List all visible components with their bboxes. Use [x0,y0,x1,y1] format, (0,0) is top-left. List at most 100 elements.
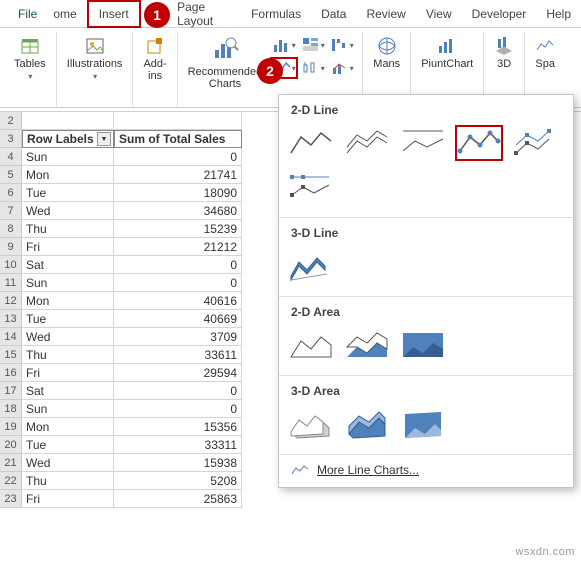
cell[interactable]: Thu [22,472,114,490]
cell[interactable]: Wed [22,454,114,472]
row-header[interactable]: 6 [0,184,21,202]
cell[interactable]: Mon [22,292,114,310]
3d-percent-stacked-area-option[interactable] [399,406,447,442]
row-header[interactable]: 23 [0,490,21,508]
line-chart-option[interactable] [287,125,335,161]
cell[interactable]: Thu [22,346,114,364]
3d-area-option[interactable] [287,406,335,442]
cell[interactable]: 21212 [114,238,242,256]
cell[interactable]: 15356 [114,418,242,436]
column-chart-button[interactable]: ▾ [270,34,298,56]
tab-view[interactable]: View [416,2,462,26]
stacked-line-markers-option[interactable] [511,125,559,161]
row-header[interactable]: 13 [0,310,21,328]
row-header[interactable]: 10 [0,256,21,274]
cell[interactable]: 40669 [114,310,242,328]
cell[interactable]: 25863 [114,490,242,508]
row-header[interactable]: 16 [0,364,21,382]
tables-button[interactable]: Tables▾ [10,34,50,84]
3d-stacked-area-option[interactable] [343,406,391,442]
row-header[interactable]: 22 [0,472,21,490]
tab-data[interactable]: Data [311,2,356,26]
tab-home-partial[interactable]: ome [49,2,86,26]
cell[interactable]: 18090 [114,184,242,202]
3d-map-button[interactable]: 3D [490,34,518,72]
row-header[interactable]: 21 [0,454,21,472]
3d-line-option[interactable] [287,248,335,284]
cell[interactable]: Sun [22,148,114,166]
cell[interactable]: Thu [22,220,114,238]
cell[interactable]: 5208 [114,472,242,490]
row-header[interactable]: 8 [0,220,21,238]
tab-file[interactable]: File [6,2,49,26]
cell[interactable]: 15239 [114,220,242,238]
line-with-markers-option[interactable] [455,125,503,161]
row-header[interactable]: 20 [0,436,21,454]
tab-insert[interactable]: Insert [87,0,141,28]
cell[interactable]: 0 [114,274,242,292]
percent-stacked-area-option[interactable] [399,327,447,363]
tab-developer[interactable]: Developer [462,2,537,26]
tab-help[interactable]: Help [536,2,581,26]
stacked-area-option[interactable] [343,327,391,363]
hierarchy-chart-button[interactable]: ▾ [299,34,327,56]
filter-dropdown-icon[interactable]: ▼ [97,132,111,146]
cell[interactable] [22,112,114,130]
cell[interactable]: Fri [22,490,114,508]
cell[interactable]: Wed [22,202,114,220]
cell[interactable]: 33611 [114,346,242,364]
cell[interactable]: 0 [114,148,242,166]
more-line-charts[interactable]: More Line Charts... [279,455,573,481]
cell[interactable]: Fri [22,364,114,382]
row-header[interactable]: 2 [0,112,21,130]
row-header[interactable]: 15 [0,346,21,364]
sparklines-button[interactable]: Spa [531,34,559,72]
percent-stacked-line-markers-option[interactable] [287,169,335,205]
cell[interactable]: Tue [22,310,114,328]
cell[interactable]: Sat [22,382,114,400]
tab-page-layout[interactable]: Page Layout [167,0,241,33]
cell[interactable]: 3709 [114,328,242,346]
row-header[interactable]: 12 [0,292,21,310]
area-option[interactable] [287,327,335,363]
cell[interactable] [114,112,242,130]
cell[interactable]: 15938 [114,454,242,472]
pivotchart-button[interactable]: PiuntChart [417,34,477,72]
tab-review[interactable]: Review [356,2,415,26]
combo-chart-button[interactable]: ▾ [328,57,356,79]
row-header[interactable]: 11 [0,274,21,292]
cell[interactable]: 0 [114,382,242,400]
cell[interactable]: Sat [22,256,114,274]
cell[interactable]: Mon [22,166,114,184]
row-header[interactable]: 7 [0,202,21,220]
row-header[interactable]: 5 [0,166,21,184]
row-header[interactable]: 9 [0,238,21,256]
pivot-header-sum[interactable]: Sum of Total Sales [114,130,242,148]
cell[interactable]: 0 [114,256,242,274]
cell[interactable]: Fri [22,238,114,256]
row-header[interactable]: 4 [0,148,21,166]
percent-stacked-line-option[interactable] [399,125,447,161]
cell[interactable]: 33311 [114,436,242,454]
cell[interactable]: Sun [22,400,114,418]
cell[interactable]: Mon [22,418,114,436]
cell[interactable]: Wed [22,328,114,346]
row-header[interactable]: 14 [0,328,21,346]
cell[interactable]: 40616 [114,292,242,310]
row-header[interactable]: 17 [0,382,21,400]
maps-button[interactable]: Mans [369,34,404,72]
cell[interactable]: Tue [22,436,114,454]
cell[interactable]: Sun [22,274,114,292]
illustrations-button[interactable]: Illustrations▾ [63,34,127,84]
statistic-chart-button[interactable]: ▾ [299,57,327,79]
row-header[interactable]: 18 [0,400,21,418]
pivot-header-rowlabels[interactable]: Row Labels▼ [22,130,114,148]
addins-button[interactable]: Add- ins [139,34,170,84]
recommended-charts-button[interactable]: Recommended Charts [184,34,267,92]
cell[interactable]: Tue [22,184,114,202]
stacked-line-option[interactable] [343,125,391,161]
cell[interactable]: 21741 [114,166,242,184]
cell[interactable]: 34680 [114,202,242,220]
row-header[interactable]: 3 [0,130,21,148]
tab-formulas[interactable]: Formulas [241,2,311,26]
